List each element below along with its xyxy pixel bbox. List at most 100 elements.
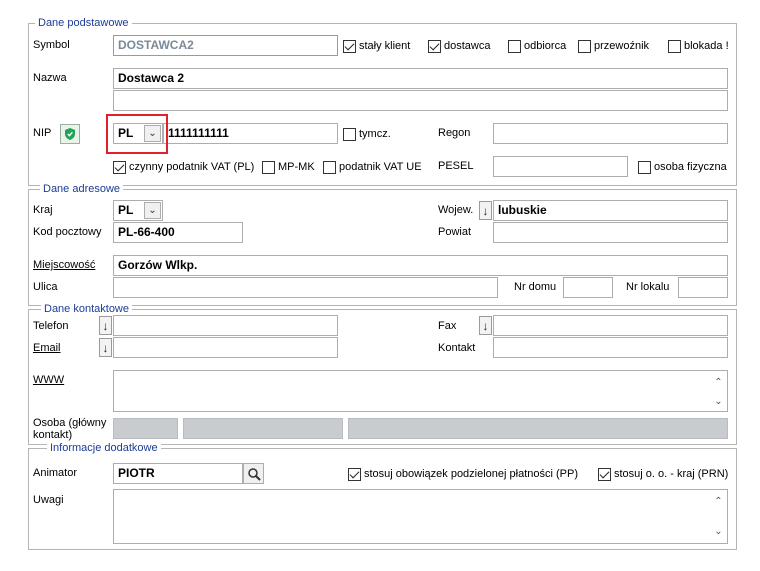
osoba-field-1[interactable] (113, 418, 178, 439)
chevron-down-icon[interactable]: ⌄ (144, 202, 161, 219)
symbol-field[interactable]: DOSTAWCA2 (113, 35, 338, 56)
scrollbar[interactable]: ⌃ ⌄ (710, 490, 727, 543)
checkbox-box[interactable] (348, 467, 361, 481)
telefon-label: Telefon (33, 320, 69, 332)
checkbox-dostawca[interactable]: dostawca (428, 39, 490, 53)
checkbox-label: stały klient (359, 40, 411, 52)
checkbox-mp-mk[interactable]: MP-MK (262, 160, 315, 174)
checkbox-label: osoba fizyczna (654, 161, 727, 173)
shield-icon[interactable] (60, 124, 80, 144)
kraj-value: PL (118, 203, 134, 217)
animator-label: Animator (33, 467, 78, 479)
nrlokalu-label: Nr lokalu (626, 281, 670, 293)
regon-label: Regon (438, 127, 471, 139)
search-icon (247, 467, 261, 481)
miejscowosc-field[interactable]: Gorzów Wlkp. (113, 255, 728, 276)
checkbox-vat-ue[interactable]: podatnik VAT UE (323, 160, 422, 174)
name-field[interactable]: Dostawca 2 (113, 68, 728, 89)
checkbox-label: podatnik VAT UE (339, 161, 422, 173)
arrow-down-icon[interactable]: ↓ (479, 316, 492, 335)
checkbox-tymcz[interactable]: tymcz. (343, 127, 391, 141)
checkbox-label: MP-MK (278, 161, 315, 173)
checkbox-osoba-fizyczna[interactable]: osoba fizyczna (638, 160, 727, 174)
checkbox-label: odbiorca (524, 40, 567, 52)
ulica-field[interactable] (113, 277, 498, 298)
search-button[interactable] (243, 463, 264, 484)
name-label: Nazwa (33, 72, 67, 84)
scroll-up-icon[interactable]: ⌃ (714, 373, 722, 392)
powiat-field[interactable] (493, 222, 728, 243)
ulica-label: Ulica (33, 281, 58, 293)
scrollbar[interactable]: ⌃ ⌄ (710, 371, 727, 411)
checkbox-box[interactable] (343, 127, 356, 141)
uwagi-field[interactable]: ⌃ ⌄ (113, 489, 728, 544)
powiat-label: Powiat (438, 226, 472, 238)
www-link[interactable]: WWW (33, 374, 64, 387)
miejscowosc-link[interactable]: Miejscowość (33, 259, 95, 272)
section-title-address: Dane adresowe (40, 182, 124, 196)
checkbox-label: czynny podatnik VAT (PL) (129, 161, 255, 173)
checkbox-box[interactable] (262, 160, 275, 174)
scroll-down-icon[interactable]: ⌄ (714, 392, 722, 411)
checkbox-label: stosuj o. o. - kraj (PRN) (614, 468, 729, 480)
symbol-label: Symbol (33, 39, 70, 51)
arrow-down-icon[interactable]: ↓ (479, 201, 492, 220)
scroll-down-icon[interactable]: ⌄ (714, 522, 722, 541)
checkbox-blokada[interactable]: blokada ! (668, 39, 729, 53)
fax-label: Fax (438, 320, 457, 332)
kontakt-label: Kontakt (438, 342, 476, 354)
checkbox-box[interactable] (113, 160, 126, 174)
nrdomu-field[interactable] (563, 277, 613, 298)
regon-field[interactable] (493, 123, 728, 144)
checkbox-box[interactable] (668, 39, 681, 53)
www-field[interactable]: ⌃ ⌄ (113, 370, 728, 412)
osoba-field-3[interactable] (348, 418, 728, 439)
checkbox-przewoznik[interactable]: przewoźnik (578, 39, 649, 53)
checkbox-czynny-vat[interactable]: czynny podatnik VAT (PL) (113, 160, 254, 174)
arrow-down-icon[interactable]: ↓ (99, 338, 112, 357)
section-title-basic: Dane podstawowe (35, 16, 132, 30)
nip-field[interactable]: 1111111111 (163, 123, 338, 144)
scroll-up-icon[interactable]: ⌃ (714, 492, 722, 511)
pesel-label: PESEL (438, 160, 474, 172)
checkbox-box[interactable] (428, 39, 441, 53)
checkbox-label: stosuj obowiązek podzielonej płatności (… (364, 468, 579, 480)
woj-label: Wojew. (438, 204, 474, 216)
section-title-contact: Dane kontaktowe (41, 302, 132, 316)
arrow-down-icon[interactable]: ↓ (99, 316, 112, 335)
checkbox-label: tymcz. (359, 128, 391, 140)
checkbox-pp[interactable]: stosuj obowiązek podzielonej płatności (… (348, 467, 578, 481)
checkbox-box[interactable] (578, 39, 591, 53)
checkbox-odbiorca[interactable]: odbiorca (508, 39, 566, 53)
woj-field[interactable]: lubuskie (493, 200, 728, 221)
checkbox-box[interactable] (323, 160, 336, 174)
checkbox-staly-klient[interactable]: stały klient (343, 39, 410, 53)
animator-field[interactable]: PIOTR (113, 463, 243, 484)
checkbox-box[interactable] (508, 39, 521, 53)
pesel-field[interactable] (493, 156, 628, 177)
email-field[interactable] (113, 337, 338, 358)
nrlokalu-field[interactable] (678, 277, 728, 298)
nrdomu-label: Nr domu (514, 281, 557, 293)
highlight-box (106, 114, 168, 154)
checkbox-box[interactable] (598, 467, 611, 481)
checkbox-label: blokada ! (684, 40, 729, 52)
checkbox-prn[interactable]: stosuj o. o. - kraj (PRN) (598, 467, 728, 481)
email-link[interactable]: Email (33, 342, 61, 355)
nip-label: NIP (33, 127, 52, 139)
uwagi-label: Uwagi (33, 494, 64, 506)
telefon-field[interactable] (113, 315, 338, 336)
osoba-field-2[interactable] (183, 418, 343, 439)
checkbox-label: przewoźnik (594, 40, 650, 52)
kontakt-field[interactable] (493, 337, 728, 358)
checkbox-box[interactable] (343, 39, 356, 53)
name-field-2[interactable] (113, 90, 728, 111)
kraj-label: Kraj (33, 204, 53, 216)
section-title-extra: Informacje dodatkowe (47, 441, 161, 455)
checkbox-box[interactable] (638, 160, 651, 174)
checkbox-label: dostawca (444, 40, 491, 52)
kod-field[interactable]: PL-66-400 (113, 222, 243, 243)
kod-label: Kod pocztowy (33, 226, 102, 238)
fax-field[interactable] (493, 315, 728, 336)
kraj-combo[interactable]: PL ⌄ (113, 200, 163, 221)
